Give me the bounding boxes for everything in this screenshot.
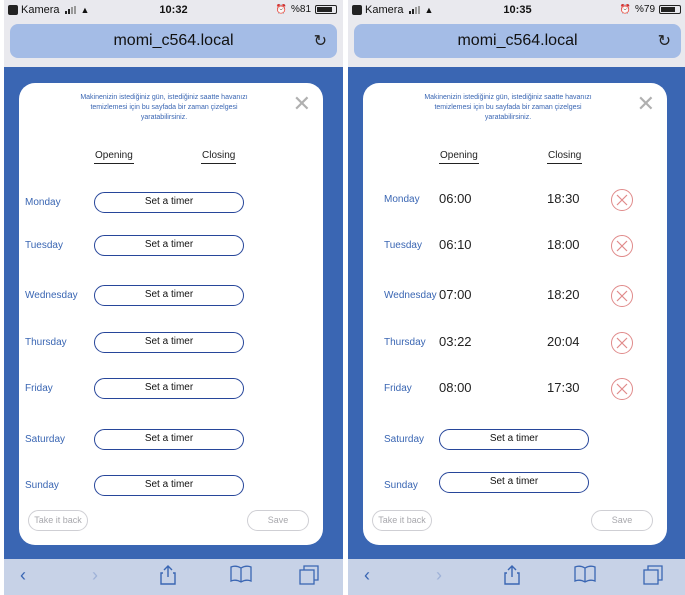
closing-header: Closing xyxy=(547,150,583,164)
back-arrow-icon[interactable]: ‹ xyxy=(20,565,26,586)
closing-time-tuesday[interactable]: 18:00 xyxy=(547,237,580,252)
opening-time-thursday[interactable]: 03:22 xyxy=(439,334,472,349)
set-timer-button-monday[interactable]: Set a timer xyxy=(94,192,244,213)
intro-text: Makinenizin istediğiniz gün, istediğiniz… xyxy=(424,94,592,121)
opening-time-tuesday[interactable]: 06:10 xyxy=(439,237,472,252)
schedule-card: Makinenizin istediğiniz gün, istediğiniz… xyxy=(363,83,667,545)
close-icon[interactable]: ✕ xyxy=(293,91,311,117)
reload-icon[interactable]: ↻ xyxy=(658,31,671,51)
set-timer-button-saturday[interactable]: Set a timer xyxy=(94,429,244,450)
forward-arrow-icon[interactable]: › xyxy=(92,565,98,586)
day-label-tuesday: Tuesday xyxy=(384,240,422,251)
tabs-icon[interactable] xyxy=(643,565,663,590)
day-label-monday: Monday xyxy=(25,197,61,208)
delete-icon[interactable] xyxy=(611,235,633,257)
address-bar: momi_c564.local ↻ xyxy=(4,20,343,67)
day-label-friday: Friday xyxy=(25,383,53,394)
closing-time-monday[interactable]: 18:30 xyxy=(547,191,580,206)
delete-icon[interactable] xyxy=(611,332,633,354)
save-button[interactable]: Save xyxy=(247,510,309,531)
day-label-sunday: Sunday xyxy=(384,480,418,491)
day-label-thursday: Thursday xyxy=(25,337,67,348)
url-text: momi_c564.local xyxy=(457,32,578,49)
set-timer-button-saturday[interactable]: Set a timer xyxy=(439,429,589,450)
set-timer-button-friday[interactable]: Set a timer xyxy=(94,378,244,399)
browser-toolbar: ‹ › xyxy=(348,559,685,595)
delete-icon[interactable] xyxy=(611,189,633,211)
closing-time-wednesday[interactable]: 18:20 xyxy=(547,287,580,302)
back-arrow-icon[interactable]: ‹ xyxy=(364,565,370,586)
share-icon[interactable] xyxy=(504,565,520,590)
day-label-saturday: Saturday xyxy=(384,434,425,445)
battery-percent: %81 xyxy=(290,4,311,15)
alarm-icon: ⏰ xyxy=(275,4,287,14)
opening-header: Opening xyxy=(94,150,134,164)
schedule-card: Makinenizin istediğiniz gün, istediğiniz… xyxy=(19,83,323,545)
phone-screen-1: Kamera ▲ 10:32 ⏰ %81 momi_c564.local ↻ M… xyxy=(4,0,343,595)
day-label-tuesday: Tuesday xyxy=(25,240,63,251)
day-label-sunday: Sunday xyxy=(25,480,59,491)
set-timer-button-wednesday[interactable]: Set a timer xyxy=(94,285,244,306)
closing-time-friday[interactable]: 17:30 xyxy=(547,380,580,395)
day-label-thursday: Thursday xyxy=(384,337,426,348)
alarm-icon: ⏰ xyxy=(619,4,631,14)
intro-text: Makinenizin istediğiniz gün, istediğiniz… xyxy=(80,94,248,121)
day-label-saturday: Saturday xyxy=(25,434,66,445)
day-label-friday: Friday xyxy=(384,383,412,394)
status-bar: Kamera ▲ 10:35 ⏰ %79 xyxy=(348,0,685,20)
forward-arrow-icon[interactable]: › xyxy=(436,565,442,586)
status-bar: Kamera ▲ 10:32 ⏰ %81 xyxy=(4,0,343,20)
battery-percent: %79 xyxy=(634,4,655,15)
day-label-monday: Monday xyxy=(384,194,420,205)
set-timer-button-sunday[interactable]: Set a timer xyxy=(94,475,244,496)
address-bar: momi_c564.local ↻ xyxy=(348,20,685,67)
url-field[interactable]: momi_c564.local ↻ xyxy=(354,24,681,58)
reload-icon[interactable]: ↻ xyxy=(314,31,327,51)
share-icon[interactable] xyxy=(160,565,176,590)
url-text: momi_c564.local xyxy=(113,32,234,49)
day-label-wednesday: Wednesday xyxy=(384,290,437,301)
take-it-back-button[interactable]: Take it back xyxy=(372,510,432,531)
day-label-wednesday: Wednesday xyxy=(25,290,78,301)
url-field[interactable]: momi_c564.local ↻ xyxy=(10,24,337,58)
browser-toolbar: ‹ › xyxy=(4,559,343,595)
delete-icon[interactable] xyxy=(611,285,633,307)
close-icon[interactable]: ✕ xyxy=(637,91,655,117)
delete-icon[interactable] xyxy=(611,378,633,400)
bookmarks-icon[interactable] xyxy=(574,565,596,588)
tabs-icon[interactable] xyxy=(299,565,319,590)
opening-header: Opening xyxy=(439,150,479,164)
opening-time-monday[interactable]: 06:00 xyxy=(439,191,472,206)
set-timer-button-sunday[interactable]: Set a timer xyxy=(439,472,589,493)
closing-time-thursday[interactable]: 20:04 xyxy=(547,334,580,349)
bookmarks-icon[interactable] xyxy=(230,565,252,588)
battery-icon xyxy=(659,5,681,14)
take-it-back-button[interactable]: Take it back xyxy=(28,510,88,531)
set-timer-button-tuesday[interactable]: Set a timer xyxy=(94,235,244,256)
phone-screen-2: Kamera ▲ 10:35 ⏰ %79 momi_c564.local ↻ M… xyxy=(348,0,685,595)
battery-icon xyxy=(315,5,337,14)
set-timer-button-thursday[interactable]: Set a timer xyxy=(94,332,244,353)
closing-header: Closing xyxy=(201,150,237,164)
opening-time-wednesday[interactable]: 07:00 xyxy=(439,287,472,302)
save-button[interactable]: Save xyxy=(591,510,653,531)
opening-time-friday[interactable]: 08:00 xyxy=(439,380,472,395)
